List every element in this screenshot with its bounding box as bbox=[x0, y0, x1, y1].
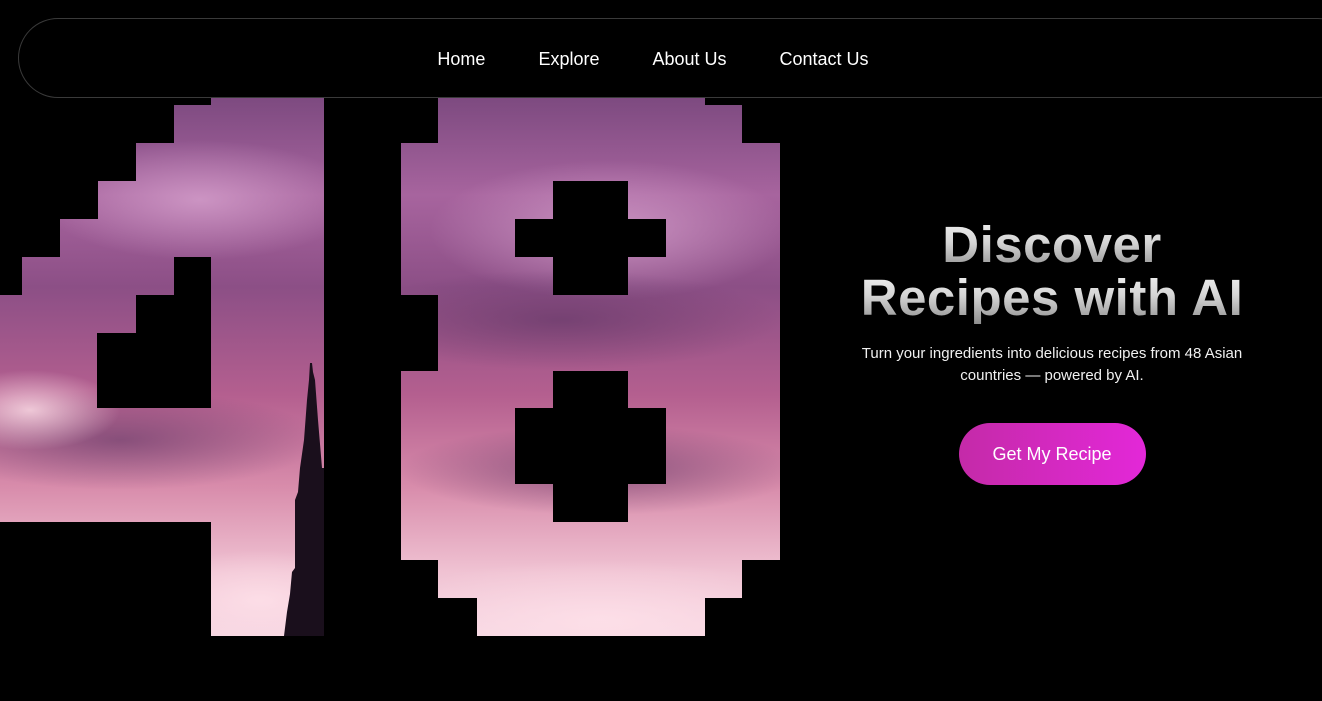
hero-title-line1: Discover bbox=[840, 218, 1264, 271]
hero-title-line2: Recipes with AI bbox=[840, 271, 1264, 324]
nav-contact-us-link[interactable]: Contact Us bbox=[780, 49, 869, 70]
nav-links: Home Explore About Us Contact Us bbox=[19, 19, 1322, 99]
navbar: Home Explore About Us Contact Us bbox=[18, 18, 1322, 98]
hero-section: Discover Recipes with AI Turn your ingre… bbox=[840, 218, 1264, 485]
get-my-recipe-button[interactable]: Get My Recipe bbox=[958, 423, 1146, 485]
nav-about-us-link[interactable]: About Us bbox=[652, 49, 726, 70]
landing-page: Home Explore About Us Contact Us Discove… bbox=[0, 0, 1322, 701]
hero-subtitle: Turn your ingredients into delicious rec… bbox=[861, 345, 1243, 384]
hero-title: Discover Recipes with AI bbox=[840, 218, 1264, 324]
nav-explore-link[interactable]: Explore bbox=[538, 49, 599, 70]
nav-home-link[interactable]: Home bbox=[437, 49, 485, 70]
